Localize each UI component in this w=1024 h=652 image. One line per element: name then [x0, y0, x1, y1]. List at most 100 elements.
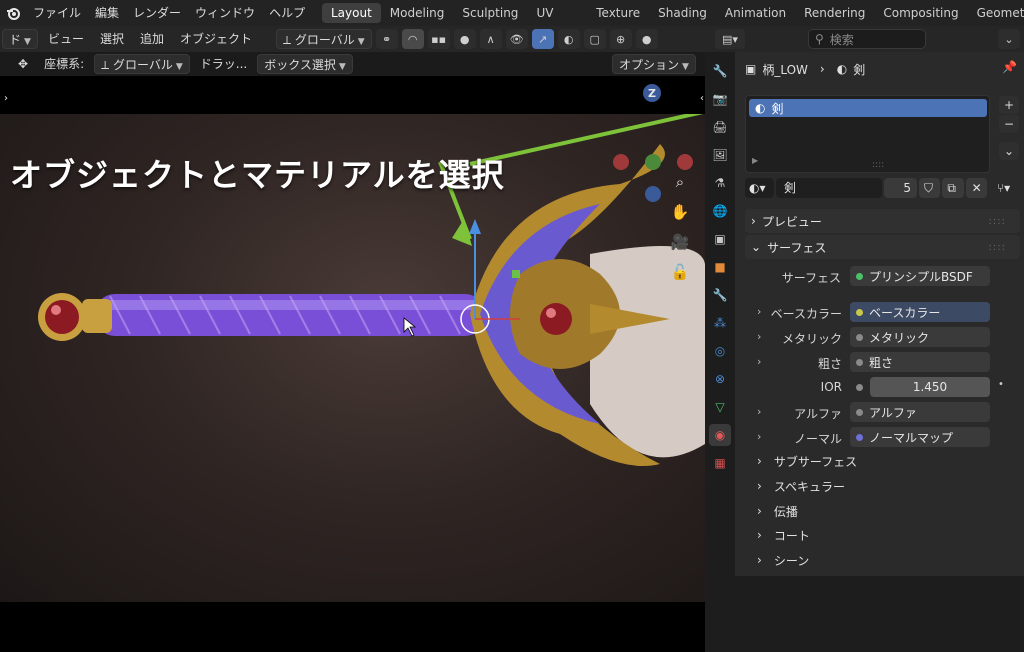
panel-grip-icon[interactable]: ::::	[989, 216, 1006, 227]
material-tab-icon[interactable]: ◉	[709, 424, 731, 446]
subpanel-coat[interactable]: › コート	[745, 524, 810, 546]
outliner-dropdown-icon[interactable]: ⌄	[998, 29, 1020, 49]
pin-icon[interactable]: 📌	[1002, 60, 1017, 74]
drag-label: ドラッ...	[199, 57, 248, 71]
proportional-edit-icon[interactable]: ●	[453, 29, 476, 49]
float-socket-icon	[856, 358, 863, 366]
base-color-field[interactable]: ベースカラー	[850, 302, 990, 322]
gizmo-icon[interactable]: ↗	[531, 29, 554, 49]
normal-field[interactable]: ノーマルマップ	[850, 427, 990, 447]
falloff-icon[interactable]: ∧	[479, 29, 502, 49]
mode-dropdown[interactable]: ド ▼	[2, 29, 38, 49]
menu-view[interactable]: ビュー	[42, 29, 90, 49]
tab-rendering[interactable]: Rendering	[795, 3, 874, 23]
subpanel-sheen[interactable]: › シーン	[745, 549, 809, 571]
tool-tab-icon[interactable]: 🔧	[709, 60, 731, 82]
node-tree-icon[interactable]: ⑂▾	[993, 178, 1020, 198]
object-tab-icon[interactable]: ■	[709, 256, 731, 278]
snap-icon[interactable]: ◠	[401, 29, 424, 49]
editor-type-icon[interactable]: ▤▾	[715, 29, 745, 49]
slot-menu-button[interactable]: ⌄	[999, 142, 1019, 160]
output-tab-icon[interactable]: 🖨	[709, 116, 731, 138]
pivot-icon[interactable]: ⚭	[375, 29, 398, 49]
physics-tab-icon[interactable]: ◎	[709, 340, 731, 362]
drag-dropdown[interactable]: ボックス選択 ▼	[257, 54, 353, 74]
menu-edit[interactable]: 編集	[88, 0, 126, 26]
tab-animation[interactable]: Animation	[716, 3, 795, 23]
panel-preview-header[interactable]: › プレビュー ::::	[745, 209, 1020, 233]
subpanel-transmission[interactable]: › 伝播	[745, 500, 798, 522]
material-slot-item[interactable]: ◐ 剣	[749, 99, 987, 117]
panel-surface-header[interactable]: ⌄ サーフェス ::::	[745, 235, 1020, 259]
view-layer-tab-icon[interactable]: 🖼	[709, 144, 731, 166]
keyframe-dot-icon[interactable]: •	[998, 379, 1004, 390]
add-slot-button[interactable]: +	[999, 96, 1019, 114]
normal-label: ノーマル	[793, 432, 842, 446]
material-slot-list[interactable]: ◐ 剣 :::: ▶	[745, 95, 990, 173]
expand-list-icon[interactable]: ▶	[752, 156, 758, 165]
shading-solid-icon[interactable]: ●	[635, 29, 658, 49]
breadcrumb-object[interactable]: 柄_LOW	[762, 61, 808, 78]
menu-add[interactable]: 追加	[134, 29, 170, 49]
blender-logo-icon[interactable]	[0, 0, 26, 26]
tab-sculpting[interactable]: Sculpting	[453, 3, 527, 23]
list-resize-handle[interactable]: ::::	[872, 160, 884, 170]
menu-render[interactable]: レンダー	[126, 0, 188, 26]
texture-tab-icon[interactable]: ▦	[709, 452, 731, 474]
tab-texture-paint[interactable]: Texture Paint	[587, 3, 649, 40]
render-tab-icon[interactable]: 📷	[709, 88, 731, 110]
ior-field[interactable]: 1.450	[870, 377, 990, 397]
snap-grid-icon[interactable]: ▪▪	[427, 29, 450, 49]
tab-geometry[interactable]: Geometry	[968, 3, 1024, 23]
camera-icon[interactable]: 🎥	[668, 230, 692, 254]
world-tab-icon[interactable]: 🌐	[709, 200, 731, 222]
roughness-field[interactable]: 粗さ	[850, 352, 990, 372]
lock-icon[interactable]: 🔓	[668, 260, 692, 284]
pan-hand-icon[interactable]: ✋	[668, 200, 692, 224]
orientation-dropdown[interactable]: ⟂ グローバル ▼	[276, 29, 372, 49]
move-tool-icon[interactable]: ✥	[12, 54, 34, 74]
remove-slot-button[interactable]: −	[999, 115, 1019, 133]
axis-z-gizmo[interactable]: Z	[643, 84, 661, 102]
zoom-icon[interactable]: ⌕	[668, 170, 692, 194]
tab-modeling[interactable]: Modeling	[381, 3, 454, 23]
menu-select[interactable]: 選択	[94, 29, 130, 49]
visibility-icon[interactable]: 👁	[505, 29, 528, 49]
alpha-field[interactable]: アルファ	[850, 402, 990, 422]
unlink-icon[interactable]: ✕	[965, 178, 987, 198]
constraints-tab-icon[interactable]: ⊗	[709, 368, 731, 390]
duplicate-icon[interactable]: ⧉	[942, 178, 964, 198]
data-tab-icon[interactable]: ▽	[709, 396, 731, 418]
collection-tab-icon[interactable]: ▣	[709, 228, 731, 250]
coord-dropdown[interactable]: ⟂ グローバル ▼	[94, 54, 190, 74]
tab-shading[interactable]: Shading	[649, 3, 716, 23]
viewport-header: ド ▼ ビュー 選択 追加 オブジェクト ⟂ グローバル ▼ ⚭ ◠ ▪▪ ● ∧ …	[0, 26, 705, 52]
panel-grip-icon[interactable]: ::::	[989, 242, 1006, 253]
overlay-icon[interactable]: ◐	[557, 29, 580, 49]
menu-file[interactable]: ファイル	[26, 0, 88, 26]
menu-object[interactable]: オブジェクト	[174, 29, 258, 49]
menu-help[interactable]: ヘルプ	[262, 0, 312, 26]
surface-shader-field[interactable]: プリンシプルBSDF	[850, 266, 990, 286]
search-input[interactable]: ⚲ 検索	[808, 29, 926, 49]
tab-uv-editing[interactable]: UV Editing	[527, 3, 587, 40]
tab-layout[interactable]: Layout	[322, 3, 381, 23]
fake-user-shield-icon[interactable]: ⛉	[919, 178, 941, 198]
material-name-field[interactable]: 剣	[775, 178, 882, 198]
shading-wire-icon[interactable]: ⊕	[609, 29, 632, 49]
instruction-overlay: オブジェクトとマテリアルを選択	[10, 156, 505, 194]
options-dropdown[interactable]: オプション ▼	[612, 54, 696, 74]
particles-tab-icon[interactable]: ⁂	[709, 312, 731, 334]
modifier-tab-icon[interactable]: 🔧	[709, 284, 731, 306]
user-count[interactable]: 5	[883, 178, 917, 198]
metallic-field[interactable]: メタリック	[850, 327, 990, 347]
xray-icon[interactable]: ▢	[583, 29, 606, 49]
scene-tab-icon[interactable]: ⚗	[709, 172, 731, 194]
material-browse-button[interactable]: ◐▾	[745, 178, 774, 198]
subpanel-subsurface[interactable]: › サブサーフェス	[745, 450, 857, 472]
subpanel-specular[interactable]: › スペキュラー	[745, 475, 845, 497]
float-socket-icon	[856, 333, 863, 341]
tab-compositing[interactable]: Compositing	[874, 3, 967, 23]
menu-window[interactable]: ウィンドウ	[188, 0, 262, 26]
breadcrumb-material[interactable]: 剣	[853, 61, 865, 78]
